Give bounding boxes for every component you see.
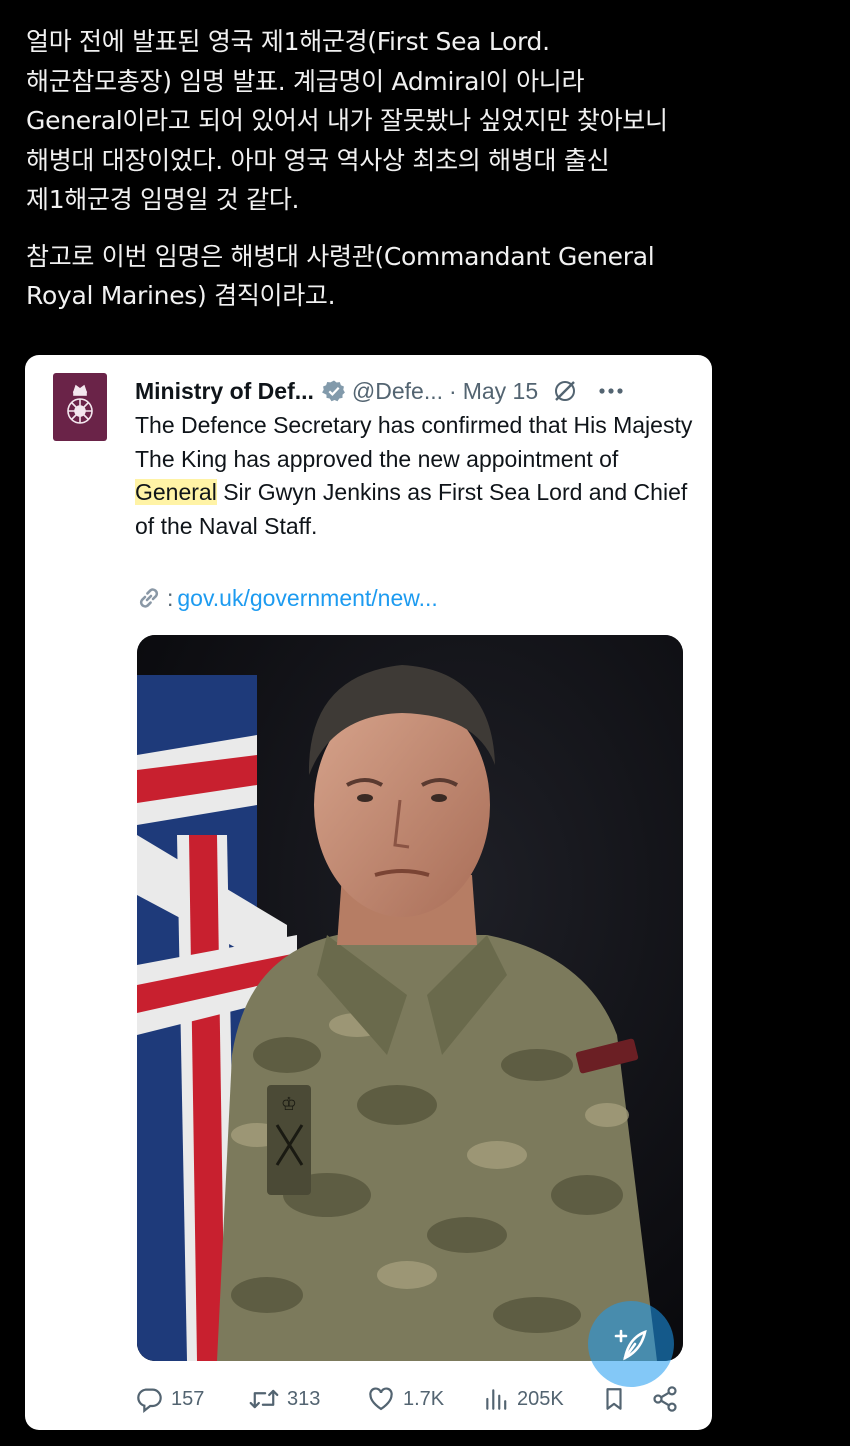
tweet-text-highlight: General <box>135 479 217 505</box>
mod-crest-icon <box>67 384 93 424</box>
tweet-header: Ministry of Def... @Defe... · May 15 <box>135 375 695 407</box>
embedded-tweet-card[interactable]: Ministry of Def... @Defe... · May 15 The… <box>25 355 712 1430</box>
bookmark-button[interactable] <box>601 1381 627 1417</box>
compose-icon <box>614 1329 647 1361</box>
more-icon[interactable] <box>598 387 624 395</box>
author-name[interactable]: Ministry of Def... <box>135 378 314 405</box>
tweet-text-after: Sir Gwyn Jenkins as First Sea Lord and C… <box>135 479 688 539</box>
post-text: 얼마 전에 발표된 영국 제1해군경(First Sea Lord. 해군참모총… <box>26 22 826 316</box>
author-handle[interactable]: @Defe... <box>352 378 443 405</box>
post-paragraph-2: 참고로 이번 임명은 해병대 사령관(Commandant General Ro… <box>26 241 655 311</box>
grok-icon[interactable] <box>552 378 578 404</box>
bookmark-icon <box>606 1388 622 1410</box>
reply-icon <box>137 1388 162 1413</box>
views-action[interactable]: 205K <box>483 1381 564 1417</box>
views-count: 205K <box>517 1387 564 1410</box>
portrait-photo: ♔ <box>137 635 683 1361</box>
link-icon <box>135 584 163 612</box>
share-icon <box>653 1386 677 1412</box>
reply-count: 157 <box>171 1387 205 1410</box>
retweet-count: 313 <box>287 1387 321 1410</box>
tweet-date[interactable]: May 15 <box>463 378 538 405</box>
views-icon <box>486 1389 507 1410</box>
like-count: 1.7K <box>403 1387 445 1410</box>
tweet-text-before: The Defence Secretary has confirmed that… <box>135 412 693 472</box>
tweet-link[interactable]: : gov.uk/government/new... <box>135 581 438 615</box>
retweet-action[interactable]: 313 <box>249 1381 320 1417</box>
separator-dot: · <box>449 377 457 404</box>
post-paragraph-1: 얼마 전에 발표된 영국 제1해군경(First Sea Lord. 해군참모총… <box>26 27 668 214</box>
verified-icon <box>322 379 346 403</box>
avatar[interactable] <box>53 373 107 441</box>
reply-action[interactable]: 157 <box>135 1381 204 1417</box>
link-url[interactable]: gov.uk/government/new... <box>177 585 437 612</box>
tweet-actions: 157 313 1.7K 205K <box>135 1381 695 1417</box>
tweet-text: The Defence Secretary has confirmed that… <box>135 409 695 543</box>
compose-button[interactable] <box>588 1301 674 1387</box>
like-icon <box>369 1387 393 1411</box>
tweet-photo[interactable]: ♔ <box>137 635 683 1361</box>
share-button[interactable] <box>651 1381 679 1417</box>
like-action[interactable]: 1.7K <box>367 1381 444 1417</box>
retweet-icon <box>249 1389 279 1409</box>
link-colon: : <box>167 584 174 611</box>
svg-text:♔: ♔ <box>281 1094 297 1115</box>
